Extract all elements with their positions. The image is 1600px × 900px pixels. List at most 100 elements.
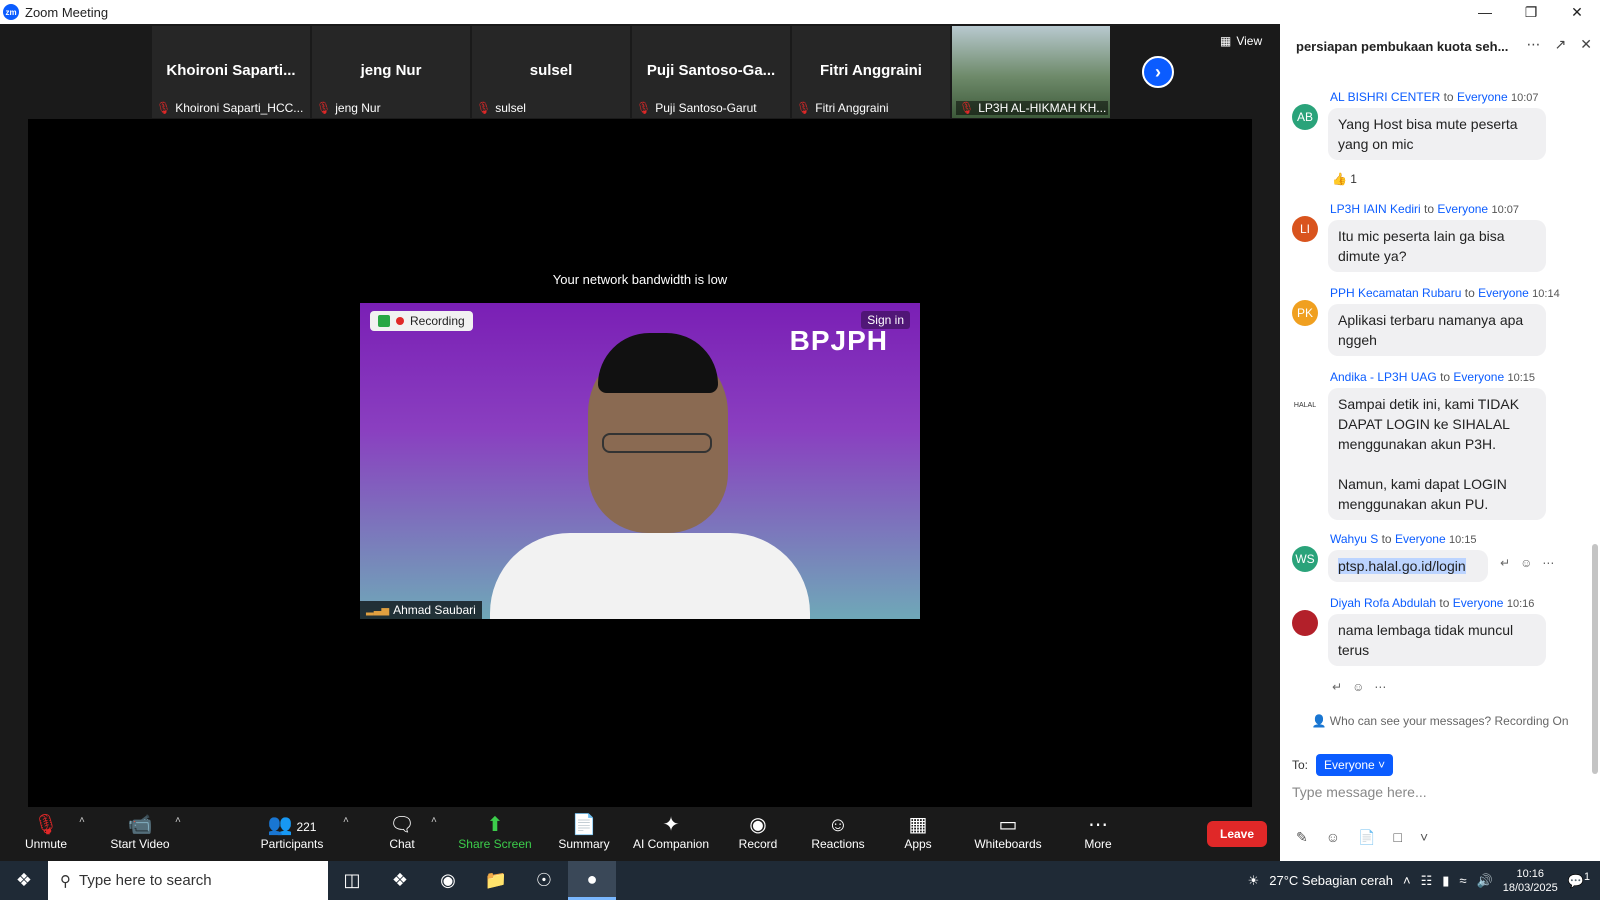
unmute-button[interactable]: 🎙 Unmute xyxy=(18,813,74,851)
more-dots-icon[interactable]: ⋯ xyxy=(1374,680,1396,694)
to-label: to xyxy=(1439,596,1450,610)
windows-start-icon[interactable]: ❖ xyxy=(0,861,48,900)
leave-button[interactable]: Leave xyxy=(1207,821,1267,847)
view-button[interactable]: ▦ View xyxy=(1220,34,1262,48)
participant-tile[interactable]: sulsel 🎙 sulsel xyxy=(472,26,630,118)
clock-time: 10:16 xyxy=(1516,867,1545,880)
chrome-browser-icon[interactable]: ☉ xyxy=(520,861,568,900)
message-time: 10:15 xyxy=(1449,534,1477,546)
format-text-icon[interactable]: ✎ xyxy=(1296,829,1308,846)
active-speaker-video[interactable]: Recording Sign in BPJPH ▂▃▅ Ahmad Saubar… xyxy=(360,303,920,619)
weather-icon: ☀ xyxy=(1247,872,1260,888)
minimize-button[interactable]: — xyxy=(1462,0,1508,24)
reactions-label: Reactions xyxy=(811,837,865,851)
taskbar-search[interactable]: ⚲ Type here to search xyxy=(48,861,328,900)
reaction-count: 1 xyxy=(1350,172,1357,186)
smiley-plus-icon: ☺ xyxy=(827,814,849,836)
edge-browser-icon[interactable]: ◉ xyxy=(424,861,472,900)
chat-scrollbar[interactable] xyxy=(1592,544,1598,774)
network-icon[interactable]: ☷ xyxy=(1421,873,1433,889)
restore-button[interactable]: ❐ xyxy=(1508,0,1554,24)
wifi-icon[interactable]: ≈ xyxy=(1459,873,1466,888)
screenshot-icon[interactable]: □ xyxy=(1393,829,1401,846)
ai-companion-button[interactable]: ✦ AI Companion xyxy=(626,813,716,851)
microphone-off-icon: 🎙 xyxy=(33,814,59,836)
sender-name: Wahyu S xyxy=(1330,532,1379,546)
close-window-button[interactable]: ✕ xyxy=(1554,0,1600,24)
participant-tile[interactable]: Khoironi Saparti... 🎙 Khoironi Saparti_HC… xyxy=(152,26,310,118)
message-bubble: ptsp.halal.go.id/login xyxy=(1328,550,1488,582)
summary-icon: 📄 xyxy=(571,814,597,836)
avatar: PK xyxy=(1292,300,1318,326)
participant-tile[interactable]: Fitri Anggraini 🎙 Fitri Anggraini xyxy=(792,26,950,118)
message-input[interactable]: Type message here... xyxy=(1292,784,1427,800)
file-explorer-icon[interactable]: 📁 xyxy=(472,861,520,900)
participants-button[interactable]: 👥 221 Participants xyxy=(256,813,328,851)
avatar xyxy=(1292,610,1318,636)
summary-button[interactable]: 📄 Summary xyxy=(550,813,618,851)
participant-display-name: sulsel xyxy=(529,62,573,79)
file-icon[interactable]: 📄 xyxy=(1358,829,1375,846)
copilot-icon[interactable]: ❖ xyxy=(376,861,424,900)
speaker-icon[interactable]: 🔊 xyxy=(1477,873,1493,889)
share-screen-button[interactable]: ⬆ Share Screen xyxy=(454,813,536,851)
reactions-button[interactable]: ☺ Reactions xyxy=(806,813,870,851)
reply-icon[interactable]: ↵ xyxy=(1500,556,1520,570)
privacy-notice[interactable]: 👤 Who can see your messages? Recording O… xyxy=(1280,714,1600,728)
signal-strength-icon: ▂▃▅ xyxy=(366,604,390,616)
recipient-name: Everyone xyxy=(1437,202,1489,216)
emoji-icon[interactable]: ☺ xyxy=(1326,829,1340,846)
participant-display-name: Fitri Anggraini xyxy=(820,62,922,79)
participant-display-name: Puji Santoso-Ga... xyxy=(646,62,776,79)
chat-message-list[interactable]: AB AL BISHRI CENTER to Everyone 10:07 Ya… xyxy=(1280,68,1592,704)
whiteboards-label: Whiteboards xyxy=(974,837,1042,851)
link-text[interactable]: ptsp.halal.go.id/login xyxy=(1338,558,1466,574)
sender-name: Diyah Rofa Abdulah xyxy=(1330,596,1437,610)
apps-button[interactable]: ▦ Apps xyxy=(894,813,942,851)
windows-taskbar: ❖ ⚲ Type here to search ◫ ❖ ◉ 📁 ☉ ● ☀ 27… xyxy=(0,861,1600,900)
reaction-pill[interactable]: 👍 1 xyxy=(1332,172,1357,186)
add-reaction-icon[interactable]: ☺ xyxy=(1352,680,1374,694)
mic-muted-icon: 🎙 xyxy=(796,101,812,115)
next-page-button[interactable]: › xyxy=(1142,56,1174,88)
reply-icon[interactable]: ↵ xyxy=(1332,680,1352,694)
battery-icon[interactable]: ▮ xyxy=(1442,873,1449,889)
add-reaction-icon[interactable]: ☺ xyxy=(1520,556,1542,570)
message-time: 10:16 xyxy=(1506,598,1535,610)
bandwidth-notice: Your network bandwidth is low xyxy=(552,272,728,287)
record-button[interactable]: ◉ Record xyxy=(730,813,786,851)
more-button[interactable]: ⋯ More xyxy=(1072,813,1124,851)
record-icon: ◉ xyxy=(749,814,767,836)
participant-display-name: jeng Nur xyxy=(360,62,422,79)
more-dots-icon[interactable]: ⋯ xyxy=(1542,556,1564,570)
start-video-button[interactable]: 📹 Start Video xyxy=(104,813,176,851)
participant-name: LP3H AL-HIKMAH KH... xyxy=(978,101,1107,115)
chevron-up-icon: ˄ xyxy=(175,815,181,826)
chevron-down-icon[interactable]: ˅ xyxy=(1420,829,1428,846)
more-dots-icon: ⋯ xyxy=(1088,814,1108,836)
message-time: 10:07 xyxy=(1491,204,1519,216)
sender-name: AL BISHRI CENTER xyxy=(1330,90,1441,104)
message-bubble: Yang Host bisa mute peserta yang on mic xyxy=(1328,108,1546,160)
recipient-dropdown[interactable]: Everyone ˅ xyxy=(1316,754,1394,776)
participant-tile[interactable]: Puji Santoso-Ga... 🎙 Puji Santoso-Garut xyxy=(632,26,790,118)
sender-name: Andika - LP3H UAG xyxy=(1330,370,1437,384)
system-clock[interactable]: 10:16 18/03/2025 xyxy=(1503,867,1558,895)
message-time: 10:14 xyxy=(1532,288,1560,300)
close-icon[interactable]: ✕ xyxy=(1580,36,1592,53)
notification-count: 1 xyxy=(1583,871,1590,884)
chat-button[interactable]: 🗨 Chat xyxy=(378,813,426,851)
weather-text[interactable]: 27°C Sebagian cerah xyxy=(1269,873,1393,888)
notification-icon[interactable]: 💬1 xyxy=(1568,871,1590,889)
popout-icon[interactable]: ↗ xyxy=(1555,36,1567,53)
sparkle-icon: ✦ xyxy=(662,814,680,836)
task-view-icon[interactable]: ◫ xyxy=(328,861,376,900)
share-screen-label: Share Screen xyxy=(458,837,532,851)
participant-video-tile[interactable]: 🎙 LP3H AL-HIKMAH KH... xyxy=(952,26,1110,118)
more-options-icon[interactable]: ⋯ xyxy=(1527,36,1541,53)
whiteboards-button[interactable]: ▭ Whiteboards xyxy=(968,813,1048,851)
zoom-taskbar-icon[interactable]: ● xyxy=(568,861,616,900)
chat-label: Chat xyxy=(389,837,415,851)
chevron-up-icon[interactable]: ˄ xyxy=(1403,873,1411,888)
participant-tile[interactable]: jeng Nur 🎙 jeng Nur xyxy=(312,26,470,118)
